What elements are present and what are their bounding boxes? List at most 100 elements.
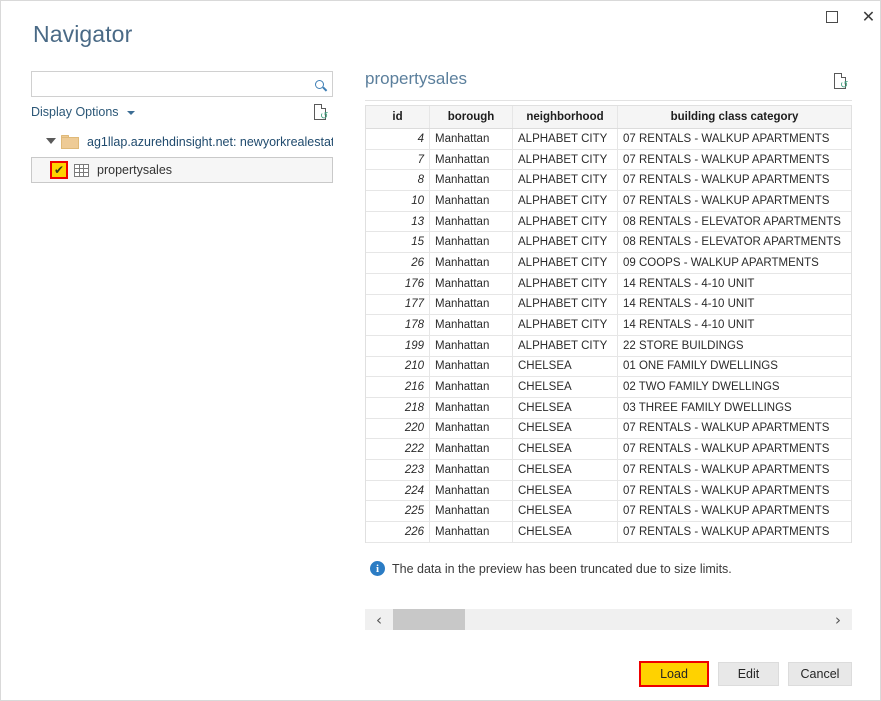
search-button[interactable] xyxy=(306,72,332,96)
cell-neighborhood: ALPHABET CITY xyxy=(513,129,618,149)
table-row[interactable]: 199ManhattanALPHABET CITY22 STORE BUILDI… xyxy=(366,336,851,357)
table-row[interactable]: 226ManhattanCHELSEA07 RENTALS - WALKUP A… xyxy=(366,522,851,543)
truncation-notice: i The data in the preview has been trunc… xyxy=(370,561,732,576)
cell-id: 178 xyxy=(366,315,430,335)
close-button[interactable]: ✕ xyxy=(848,1,881,32)
cell-neighborhood: ALPHABET CITY xyxy=(513,170,618,190)
cell-borough: Manhattan xyxy=(430,357,513,377)
scrollbar-track[interactable] xyxy=(393,609,824,630)
tree-node-root[interactable]: ag1llap.azurehdinsight.net: newyorkreale… xyxy=(31,129,333,155)
cancel-button[interactable]: Cancel xyxy=(788,662,852,686)
cell-id: 216 xyxy=(366,377,430,397)
expander-collapse-icon[interactable] xyxy=(45,136,57,148)
search-input[interactable] xyxy=(32,72,307,96)
cell-building-class-category: 01 ONE FAMILY DWELLINGS xyxy=(618,357,851,377)
cell-building-class-category: 07 RENTALS - WALKUP APARTMENTS xyxy=(618,150,851,170)
column-header-borough[interactable]: borough xyxy=(430,106,513,128)
cell-borough: Manhattan xyxy=(430,232,513,252)
cell-borough: Manhattan xyxy=(430,419,513,439)
maximize-button[interactable] xyxy=(811,1,852,32)
chevron-down-icon xyxy=(127,111,135,115)
table-row[interactable]: 26ManhattanALPHABET CITY09 COOPS - WALKU… xyxy=(366,253,851,274)
tree-node-propertysales[interactable]: ✔ propertysales xyxy=(31,157,333,183)
source-tree: ag1llap.azurehdinsight.net: newyorkreale… xyxy=(31,129,333,183)
cell-building-class-category: 07 RENTALS - WALKUP APARTMENTS xyxy=(618,170,851,190)
preview-title: propertysales xyxy=(365,69,467,89)
cell-building-class-category: 08 RENTALS - ELEVATOR APARTMENTS xyxy=(618,232,851,252)
load-button[interactable]: Load xyxy=(639,661,709,687)
cell-building-class-category: 14 RENTALS - 4-10 UNIT xyxy=(618,274,851,294)
cell-id: 15 xyxy=(366,232,430,252)
cell-borough: Manhattan xyxy=(430,481,513,501)
refresh-preview-button-left[interactable]: ↺ xyxy=(314,104,330,122)
horizontal-scrollbar[interactable]: ‹ › xyxy=(365,609,852,630)
table-row[interactable]: 4ManhattanALPHABET CITY07 RENTALS - WALK… xyxy=(366,129,851,150)
table-row[interactable]: 225ManhattanCHELSEA07 RENTALS - WALKUP A… xyxy=(366,501,851,522)
cell-neighborhood: ALPHABET CITY xyxy=(513,336,618,356)
cell-borough: Manhattan xyxy=(430,129,513,149)
cell-borough: Manhattan xyxy=(430,274,513,294)
table-row[interactable]: 222ManhattanCHELSEA07 RENTALS - WALKUP A… xyxy=(366,439,851,460)
cell-building-class-category: 07 RENTALS - WALKUP APARTMENTS xyxy=(618,501,851,521)
close-icon: ✕ xyxy=(862,9,875,25)
table-row[interactable]: 210ManhattanCHELSEA01 ONE FAMILY DWELLIN… xyxy=(366,357,851,378)
column-header-building-class-category[interactable]: building class category xyxy=(618,106,851,128)
cell-neighborhood: CHELSEA xyxy=(513,481,618,501)
cell-building-class-category: 07 RENTALS - WALKUP APARTMENTS xyxy=(618,460,851,480)
cell-borough: Manhattan xyxy=(430,295,513,315)
preview-divider xyxy=(365,100,852,101)
info-icon: i xyxy=(370,561,385,576)
search-icon xyxy=(313,78,326,91)
table-row[interactable]: 223ManhattanCHELSEA07 RENTALS - WALKUP A… xyxy=(366,460,851,481)
cell-building-class-category: 07 RENTALS - WALKUP APARTMENTS xyxy=(618,439,851,459)
cell-borough: Manhattan xyxy=(430,253,513,273)
cell-neighborhood: CHELSEA xyxy=(513,439,618,459)
cell-id: 177 xyxy=(366,295,430,315)
propertysales-checkbox[interactable]: ✔ xyxy=(50,161,68,179)
table-row[interactable]: 178ManhattanALPHABET CITY14 RENTALS - 4-… xyxy=(366,315,851,336)
edit-button[interactable]: Edit xyxy=(718,662,779,686)
cell-id: 220 xyxy=(366,419,430,439)
cell-id: 226 xyxy=(366,522,430,542)
cell-id: 222 xyxy=(366,439,430,459)
cell-borough: Manhattan xyxy=(430,212,513,232)
table-row[interactable]: 224ManhattanCHELSEA07 RENTALS - WALKUP A… xyxy=(366,481,851,502)
cell-neighborhood: ALPHABET CITY xyxy=(513,191,618,211)
cell-building-class-category: 22 STORE BUILDINGS xyxy=(618,336,851,356)
search-box[interactable] xyxy=(31,71,333,97)
column-header-id[interactable]: id xyxy=(366,106,430,128)
cell-id: 210 xyxy=(366,357,430,377)
scroll-right-arrow-icon[interactable]: › xyxy=(824,609,852,630)
table-row[interactable]: 7ManhattanALPHABET CITY07 RENTALS - WALK… xyxy=(366,150,851,171)
cell-id: 13 xyxy=(366,212,430,232)
cell-neighborhood: CHELSEA xyxy=(513,357,618,377)
cell-borough: Manhattan xyxy=(430,315,513,335)
table-row[interactable]: 177ManhattanALPHABET CITY14 RENTALS - 4-… xyxy=(366,295,851,316)
cell-building-class-category: 08 RENTALS - ELEVATOR APARTMENTS xyxy=(618,212,851,232)
table-row[interactable]: 13ManhattanALPHABET CITY08 RENTALS - ELE… xyxy=(366,212,851,233)
page-title: Navigator xyxy=(33,21,132,48)
cell-neighborhood: CHELSEA xyxy=(513,460,618,480)
scroll-left-arrow-icon[interactable]: ‹ xyxy=(365,609,393,630)
navigator-dialog: ✕ Navigator Display Options ↺ ag1llap.az… xyxy=(0,0,881,701)
table-row[interactable]: 176ManhattanALPHABET CITY14 RENTALS - 4-… xyxy=(366,274,851,295)
checkmark-icon: ✔ xyxy=(54,164,64,176)
table-row[interactable]: 218ManhattanCHELSEA03 THREE FAMILY DWELL… xyxy=(366,398,851,419)
cell-building-class-category: 14 RENTALS - 4-10 UNIT xyxy=(618,295,851,315)
cell-id: 10 xyxy=(366,191,430,211)
display-options-dropdown[interactable]: Display Options xyxy=(31,105,135,119)
cell-id: 224 xyxy=(366,481,430,501)
cell-id: 8 xyxy=(366,170,430,190)
table-row[interactable]: 10ManhattanALPHABET CITY07 RENTALS - WAL… xyxy=(366,191,851,212)
column-header-neighborhood[interactable]: neighborhood xyxy=(513,106,618,128)
cell-neighborhood: ALPHABET CITY xyxy=(513,274,618,294)
cell-building-class-category: 03 THREE FAMILY DWELLINGS xyxy=(618,398,851,418)
scrollbar-thumb[interactable] xyxy=(393,609,465,630)
table-row[interactable]: 8ManhattanALPHABET CITY07 RENTALS - WALK… xyxy=(366,170,851,191)
table-row[interactable]: 220ManhattanCHELSEA07 RENTALS - WALKUP A… xyxy=(366,419,851,440)
cell-id: 176 xyxy=(366,274,430,294)
refresh-preview-button-right[interactable]: ↺ xyxy=(834,73,850,91)
cell-borough: Manhattan xyxy=(430,522,513,542)
table-row[interactable]: 216ManhattanCHELSEA02 TWO FAMILY DWELLIN… xyxy=(366,377,851,398)
table-row[interactable]: 15ManhattanALPHABET CITY08 RENTALS - ELE… xyxy=(366,232,851,253)
